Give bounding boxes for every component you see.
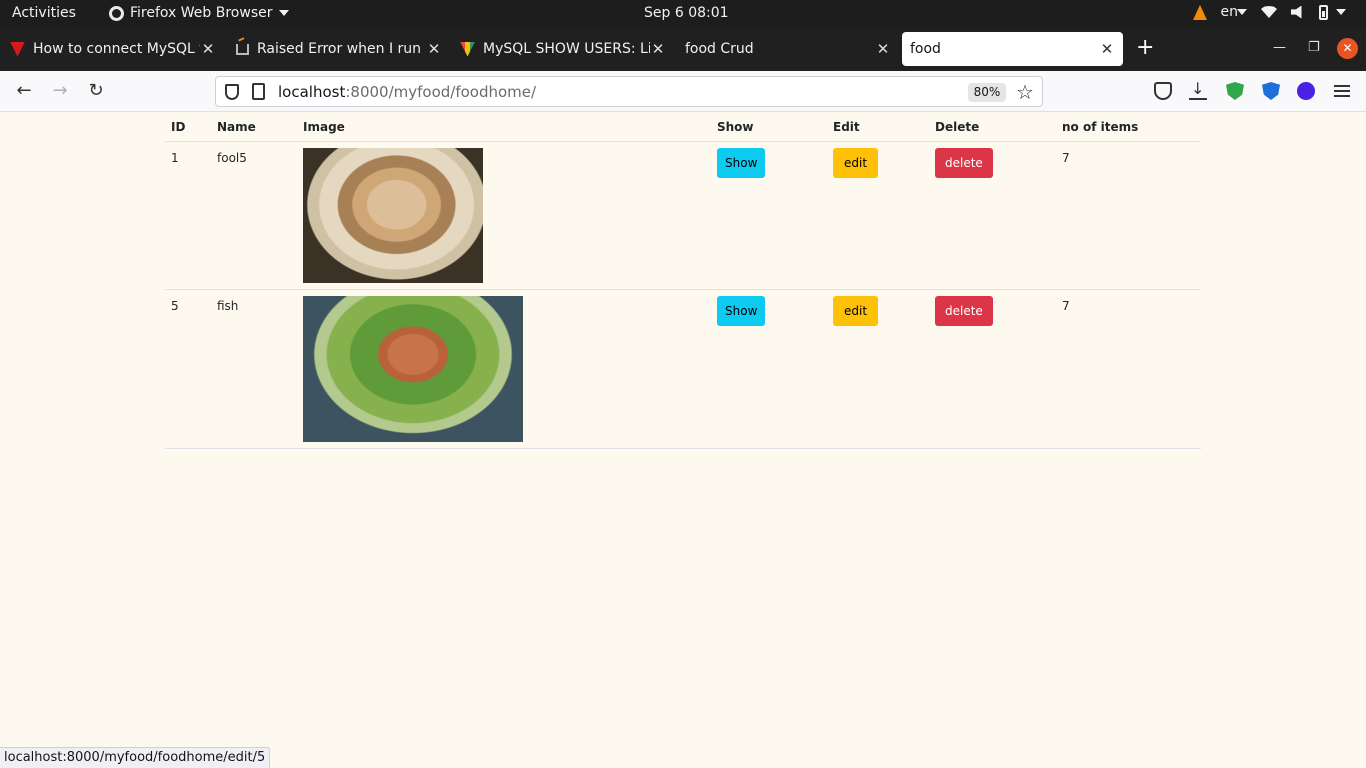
- tab-raised-error[interactable]: Raised Error when I run p ✕: [236, 27, 442, 71]
- cell-edit: edit: [827, 141, 929, 290]
- tab-title: Raised Error when I run p: [257, 41, 426, 57]
- language-indicator[interactable]: en: [1220, 4, 1247, 20]
- app-menu[interactable]: Firefox Web Browser: [109, 5, 289, 21]
- tab-title: food Crud: [685, 41, 754, 57]
- volume-icon[interactable]: [1291, 5, 1302, 19]
- url-bar[interactable]: localhost:8000/myfood/foodhome/ 80% ☆: [215, 76, 1043, 107]
- cell-delete: delete: [929, 289, 1056, 449]
- page-content: ID Name Image Show Edit Delete no of ite…: [0, 112, 1366, 747]
- firefox-icon: [109, 5, 124, 21]
- back-button[interactable]: ←: [12, 79, 36, 103]
- cell-id: 1: [165, 141, 211, 290]
- mysql-icon: [460, 41, 475, 57]
- header-delete: Delete: [929, 112, 1056, 142]
- tab-title: food: [910, 41, 941, 57]
- cell-image: [297, 141, 711, 290]
- activities-button[interactable]: Activities: [12, 5, 76, 21]
- reload-button[interactable]: ↻: [84, 79, 108, 103]
- chevron-down-icon: [278, 10, 289, 16]
- extension-vpn-icon[interactable]: [1262, 82, 1280, 100]
- close-icon[interactable]: ✕: [200, 40, 216, 58]
- delete-button[interactable]: delete: [935, 296, 993, 326]
- cell-show: Show: [711, 289, 827, 449]
- opera-icon: [10, 41, 25, 57]
- close-icon[interactable]: ✕: [650, 40, 666, 58]
- extension-infinity-icon[interactable]: [1297, 82, 1315, 100]
- tracking-shield-icon[interactable]: [225, 84, 239, 100]
- zoom-indicator[interactable]: 80%: [968, 83, 1006, 102]
- battery-icon[interactable]: [1319, 4, 1328, 20]
- url-path: :8000/myfood/foodhome/: [345, 83, 537, 101]
- language-label: en: [1220, 4, 1239, 20]
- header-show: Show: [711, 112, 827, 142]
- header-edit: Edit: [827, 112, 929, 142]
- status-link-preview: localhost:8000/myfood/foodhome/edit/5: [0, 747, 271, 768]
- cell-edit: edit: [827, 289, 929, 449]
- cell-name: fool5: [211, 141, 297, 290]
- page-info-icon[interactable]: [252, 83, 265, 100]
- food-image: [303, 148, 483, 283]
- download-icon[interactable]: [1189, 79, 1207, 100]
- tab-how-to-connect[interactable]: How to connect MySQL to ✕: [10, 27, 216, 71]
- system-tray[interactable]: en: [1192, 4, 1346, 20]
- tab-food-crud[interactable]: food Crud ✕: [685, 27, 891, 71]
- table-row: 1 fool5 Show edit delete 7: [165, 141, 1201, 290]
- edit-button[interactable]: edit: [833, 148, 879, 178]
- header-items: no of items: [1056, 112, 1201, 142]
- cell-items: 7: [1056, 141, 1201, 290]
- forward-button[interactable]: →: [48, 79, 72, 103]
- chevron-down-icon[interactable]: [1336, 9, 1346, 15]
- pocket-icon[interactable]: [1154, 82, 1172, 100]
- clock[interactable]: Sep 6 08:01: [644, 5, 729, 21]
- cell-name: fish: [211, 289, 297, 449]
- cell-delete: delete: [929, 141, 1056, 290]
- close-icon[interactable]: ✕: [875, 40, 891, 58]
- food-image: [303, 296, 523, 442]
- show-button[interactable]: Show: [717, 296, 766, 326]
- header-image: Image: [297, 112, 711, 142]
- cell-image: [297, 289, 711, 449]
- tab-title: How to connect MySQL to: [33, 41, 200, 57]
- tab-title: MySQL SHOW USERS: List: [483, 41, 650, 57]
- header-name: Name: [211, 112, 297, 142]
- food-table: ID Name Image Show Edit Delete no of ite…: [165, 112, 1201, 449]
- stackoverflow-icon: [236, 43, 249, 55]
- chevron-down-icon: [1237, 9, 1247, 15]
- url-host: localhost: [278, 83, 346, 101]
- app-name: Firefox Web Browser: [130, 5, 273, 21]
- new-tab-button[interactable]: +: [1136, 37, 1154, 59]
- cell-items: 7: [1056, 289, 1201, 449]
- table-header-row: ID Name Image Show Edit Delete no of ite…: [165, 112, 1201, 142]
- restore-button[interactable]: ❐: [1308, 40, 1320, 55]
- table-row: 5 fish Show edit delete 7: [165, 289, 1201, 449]
- cell-id: 5: [165, 289, 211, 449]
- tab-food[interactable]: food ✕: [902, 32, 1123, 66]
- navigation-bar: ← → ↻ localhost:8000/myfood/foodhome/ 80…: [0, 71, 1366, 112]
- system-top-bar: Activities Firefox Web Browser Sep 6 08:…: [0, 0, 1366, 27]
- extension-shield-icon[interactable]: [1226, 82, 1244, 100]
- tab-strip: How to connect MySQL to ✕ Raised Error w…: [0, 27, 1366, 71]
- close-icon[interactable]: ✕: [1099, 40, 1115, 58]
- cell-show: Show: [711, 141, 827, 290]
- edit-button[interactable]: edit: [833, 296, 879, 326]
- wifi-icon[interactable]: [1261, 6, 1277, 18]
- delete-button[interactable]: delete: [935, 148, 993, 178]
- close-icon[interactable]: ✕: [426, 40, 442, 58]
- show-button[interactable]: Show: [717, 148, 766, 178]
- hamburger-menu-icon[interactable]: [1334, 85, 1350, 97]
- minimize-button[interactable]: —: [1273, 40, 1286, 55]
- window-close-button[interactable]: ✕: [1337, 38, 1358, 59]
- vlc-icon[interactable]: [1192, 4, 1207, 20]
- tab-mysql-show-users[interactable]: MySQL SHOW USERS: List ✕: [460, 27, 666, 71]
- url-text[interactable]: localhost:8000/myfood/foodhome/: [278, 83, 536, 101]
- header-id: ID: [165, 112, 211, 142]
- bookmark-star-icon[interactable]: ☆: [1016, 80, 1034, 104]
